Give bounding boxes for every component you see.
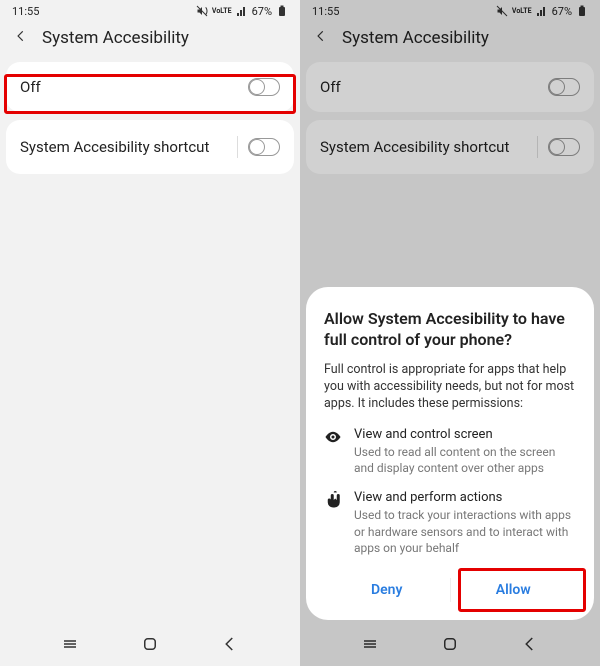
permission-desc: Used to track your interactions with app…	[354, 507, 576, 556]
back-icon[interactable]	[14, 28, 28, 48]
nav-bar	[0, 626, 300, 666]
battery-icon	[276, 5, 288, 17]
battery-icon	[576, 5, 588, 17]
status-bar: 11:55 VoLTE 67%	[0, 0, 300, 22]
dialog-description: Full control is appropriate for apps tha…	[324, 362, 576, 413]
permission-item: View and control screen Used to read all…	[324, 427, 576, 476]
status-time: 11:55	[312, 5, 339, 18]
permission-desc: Used to read all content on the screen a…	[354, 444, 576, 476]
shortcut-label: System Accesibility shortcut	[20, 138, 209, 156]
dialog-title: Allow System Accesibility to have full c…	[324, 309, 576, 351]
permission-title: View and perform actions	[354, 490, 576, 505]
permission-item: View and perform actions Used to track y…	[324, 490, 576, 556]
permission-title: View and control screen	[354, 427, 576, 442]
screenshot-right: 11:55 VoLTE 67% System Accesibility Off …	[300, 0, 600, 666]
back-icon[interactable]	[314, 28, 328, 48]
status-icons: VoLTE 67%	[496, 5, 588, 18]
main-toggle-switch[interactable]	[248, 78, 280, 96]
status-bar: 11:55 VoLTE 67%	[300, 0, 600, 22]
shortcut-toggle-switch[interactable]	[548, 138, 580, 156]
nav-back-icon[interactable]	[521, 635, 539, 657]
screenshot-left: 11:55 VoLTE 67% System Accesibility Off …	[0, 0, 300, 666]
status-icons: VoLTE 67%	[196, 5, 288, 18]
nav-home-icon[interactable]	[141, 635, 159, 657]
signal-icon	[536, 5, 548, 17]
allow-button[interactable]: Allow	[451, 570, 577, 610]
battery-pct: 67%	[252, 5, 272, 18]
signal-icon	[236, 5, 248, 17]
row-divider	[237, 136, 238, 158]
mute-icon	[496, 5, 508, 17]
page-title: System Accesibility	[42, 28, 189, 48]
row-divider	[537, 136, 538, 158]
nav-recents-icon[interactable]	[361, 635, 379, 657]
permission-dialog: Allow System Accesibility to have full c…	[306, 287, 594, 620]
hand-icon	[324, 490, 342, 556]
main-toggle-row[interactable]: Off	[306, 62, 594, 112]
page-title: System Accesibility	[342, 28, 489, 48]
shortcut-row[interactable]: System Accesibility shortcut	[6, 120, 294, 174]
main-toggle-label: Off	[20, 78, 41, 96]
volte-icon: VoLTE	[512, 8, 532, 15]
battery-pct: 67%	[552, 5, 572, 18]
shortcut-toggle-switch[interactable]	[248, 138, 280, 156]
shortcut-label: System Accesibility shortcut	[320, 138, 509, 156]
eye-icon	[324, 427, 342, 476]
main-toggle-row[interactable]: Off	[6, 62, 294, 112]
volte-icon: VoLTE	[212, 8, 232, 15]
nav-bar	[300, 626, 600, 666]
shortcut-row[interactable]: System Accesibility shortcut	[306, 120, 594, 174]
page-header: System Accesibility	[300, 22, 600, 58]
main-toggle-switch[interactable]	[548, 78, 580, 96]
mute-icon	[196, 5, 208, 17]
nav-home-icon[interactable]	[441, 635, 459, 657]
main-toggle-label: Off	[320, 78, 341, 96]
nav-recents-icon[interactable]	[61, 635, 79, 657]
deny-button[interactable]: Deny	[324, 570, 450, 610]
nav-back-icon[interactable]	[221, 635, 239, 657]
dialog-buttons: Deny Allow	[324, 570, 576, 610]
status-time: 11:55	[12, 5, 39, 18]
page-header: System Accesibility	[0, 22, 300, 58]
